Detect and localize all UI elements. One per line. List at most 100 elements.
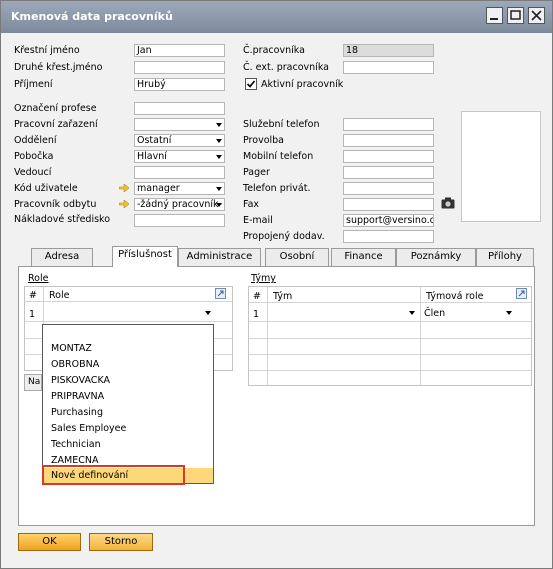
- last-name-field[interactable]: Hrubý: [134, 78, 225, 91]
- link-arrow-icon[interactable]: [119, 184, 129, 192]
- office-phone-field[interactable]: [343, 118, 434, 131]
- dropdown-arrow-icon: [216, 155, 222, 159]
- role-option-technician[interactable]: Technician: [51, 439, 101, 450]
- camera-icon[interactable]: [441, 197, 455, 209]
- sales-employee-value: -žádný pracovník-: [137, 199, 222, 210]
- new-role-button[interactable]: Na: [24, 374, 42, 391]
- role-dropdown-list: MONTAZ OBROBNA PISKOVACKA PRIPRAVNA Purc…: [42, 324, 214, 484]
- team-row-dropdown[interactable]: [269, 306, 419, 320]
- tab-attachments[interactable]: Přílohy: [476, 248, 534, 266]
- role-option-piskovacka[interactable]: PISKOVACKA: [51, 375, 110, 386]
- profession-field[interactable]: [134, 102, 225, 115]
- role-section-title: Role: [28, 273, 49, 284]
- tab-administration[interactable]: Administrace: [178, 248, 261, 266]
- manager-label: Vedoucí: [14, 167, 52, 178]
- department-value: Ostatní: [137, 135, 172, 146]
- active-employee-label: Aktivní pracovník: [261, 79, 344, 90]
- role-col-number: #: [29, 290, 37, 301]
- manager-field[interactable]: [134, 166, 225, 179]
- extension-label: Provolba: [243, 135, 284, 146]
- branch-label: Pobočka: [14, 151, 54, 162]
- profession-label: Označení profese: [14, 103, 97, 114]
- tab-address[interactable]: Adresa: [31, 248, 93, 266]
- ext-employee-no-field[interactable]: [343, 61, 434, 74]
- teams-col-team: Tým: [273, 291, 293, 302]
- teams-col-number: #: [253, 291, 261, 302]
- office-phone-label: Služební telefon: [243, 119, 320, 130]
- position-label: Pracovní zařazení: [14, 119, 98, 130]
- teams-section-title: Týmy: [251, 273, 276, 284]
- pager-field[interactable]: [343, 166, 434, 179]
- dropdown-arrow-icon: [205, 311, 211, 315]
- sales-employee-dropdown[interactable]: -žádný pracovník-: [134, 198, 225, 211]
- role-option-obrobna[interactable]: OBROBNA: [51, 359, 99, 370]
- ext-employee-no-label: Č. ext. pracovníka: [243, 62, 329, 73]
- fax-label: Fax: [243, 199, 260, 210]
- home-phone-field[interactable]: [343, 182, 434, 195]
- expand-grid-icon[interactable]: [516, 288, 527, 299]
- mobile-phone-field[interactable]: [343, 150, 434, 163]
- window-title: Kmenová data pracovníků: [11, 10, 173, 23]
- teams-col-team-role: Týmová role: [426, 291, 484, 302]
- department-dropdown[interactable]: Ostatní: [134, 134, 225, 147]
- ok-button[interactable]: OK: [18, 533, 81, 551]
- position-dropdown[interactable]: [134, 118, 225, 131]
- title-bar: Kmenová data pracovníků: [1, 1, 552, 33]
- fax-field[interactable]: [343, 198, 434, 211]
- mobile-phone-label: Mobilní telefon: [243, 151, 314, 162]
- role-option-purchasing[interactable]: Purchasing: [51, 407, 103, 418]
- dropdown-arrow-icon: [216, 139, 222, 143]
- tab-finance[interactable]: Finance: [331, 248, 396, 266]
- pager-label: Pager: [243, 167, 270, 178]
- cost-center-field[interactable]: [134, 214, 225, 227]
- home-phone-label: Telefon privát.: [243, 183, 311, 194]
- middle-name-label: Druhé křest.jméno: [14, 62, 103, 73]
- middle-name-field[interactable]: [134, 61, 225, 74]
- window-maximize-icon[interactable]: [507, 7, 524, 24]
- extension-field[interactable]: [343, 134, 434, 147]
- active-employee-checkbox[interactable]: [245, 78, 257, 90]
- dropdown-arrow-icon: [409, 311, 415, 315]
- employee-no-label: Č.pracovníka: [243, 45, 305, 56]
- role-option-montaz[interactable]: MONTAZ: [51, 343, 92, 354]
- expand-grid-icon[interactable]: [215, 288, 226, 299]
- tab-personal[interactable]: Osobní: [265, 248, 329, 266]
- branch-value: Hlavní: [137, 151, 167, 162]
- first-name-label: Křestní jméno: [14, 45, 80, 56]
- role-option-sales-employee[interactable]: Sales Employee: [51, 423, 126, 434]
- department-label: Oddělení: [14, 135, 57, 146]
- dropdown-arrow-icon: [216, 123, 222, 127]
- user-code-value: manager: [137, 183, 180, 194]
- role-row-dropdown[interactable]: [45, 306, 213, 320]
- sales-employee-label: Pracovník odbytu: [14, 199, 97, 210]
- role-option-pripravna[interactable]: PRIPRAVNA: [51, 391, 104, 402]
- teams-row-number: 1: [253, 309, 260, 320]
- dropdown-arrow-icon: [216, 187, 222, 191]
- last-name-label: Příjmení: [14, 79, 53, 90]
- employee-no-field: 18: [343, 44, 434, 57]
- cancel-button[interactable]: Storno: [89, 533, 153, 551]
- cost-center-label: Nákladové středisko: [14, 214, 111, 225]
- highlight-box: [42, 465, 185, 485]
- user-code-label: Kód uživatele: [14, 183, 78, 194]
- link-arrow-icon[interactable]: [119, 200, 129, 208]
- user-code-dropdown[interactable]: manager: [134, 182, 225, 195]
- employee-photo[interactable]: [461, 111, 541, 222]
- email-field[interactable]: support@versino.cz: [343, 214, 434, 227]
- window-minimize-icon[interactable]: [486, 7, 503, 24]
- window-close-icon[interactable]: [528, 7, 545, 24]
- checkmark-icon: [246, 80, 256, 88]
- team-role-value: Člen: [424, 308, 446, 319]
- linked-vendor-label: Propojený dodav.: [243, 231, 325, 242]
- tab-membership[interactable]: Příslušnost: [112, 246, 178, 267]
- dropdown-arrow-icon: [216, 203, 222, 207]
- email-label: E-mail: [243, 215, 273, 226]
- team-role-dropdown[interactable]: Člen: [422, 306, 530, 320]
- branch-dropdown[interactable]: Hlavní: [134, 150, 225, 163]
- dropdown-arrow-icon: [506, 311, 512, 315]
- first-name-field[interactable]: Jan: [134, 44, 225, 57]
- employee-master-data-window: Kmenová data pracovníků Křestní jméno Ja…: [0, 0, 553, 569]
- tab-notes[interactable]: Poznámky: [396, 248, 476, 266]
- role-col-role: Role: [49, 290, 70, 301]
- linked-vendor-field[interactable]: [343, 230, 434, 243]
